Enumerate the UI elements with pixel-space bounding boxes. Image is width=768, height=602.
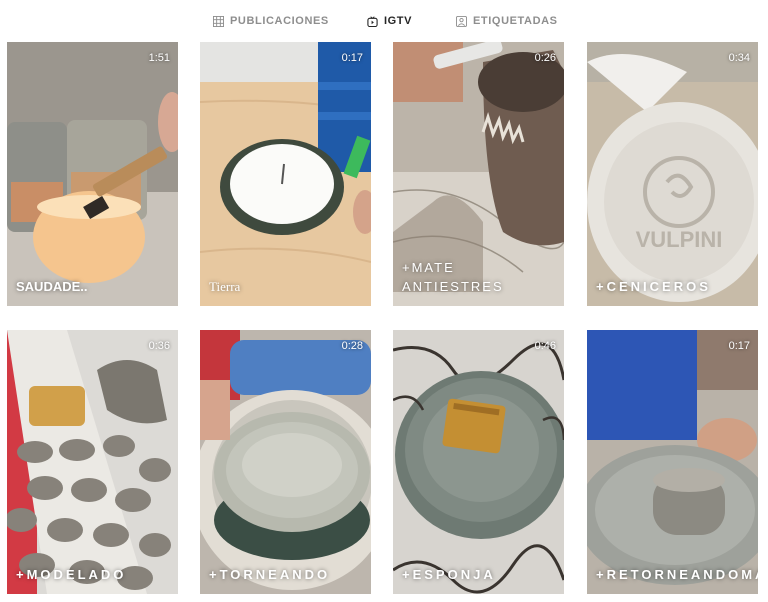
- video-title: +MODELADO: [16, 567, 127, 582]
- igtv-video-tile[interactable]: 1:51 SAUDADE..: [7, 42, 178, 306]
- video-duration: 0:28: [341, 340, 363, 352]
- video-thumbnail: [587, 330, 758, 594]
- video-title: +ESPONJA: [402, 567, 496, 582]
- video-title: +RETORNEANDOMATES: [596, 567, 758, 582]
- logo-text: VULPINI: [636, 227, 723, 252]
- tab-etiquetadas-label: ETIQUETADAS: [473, 15, 558, 27]
- video-thumbnail: [200, 330, 371, 594]
- video-thumbnail: VULPINI: [587, 42, 758, 306]
- video-thumbnail: [7, 42, 178, 306]
- video-duration: 0:17: [728, 340, 750, 352]
- tab-etiquetadas[interactable]: ETIQUETADAS: [456, 13, 558, 29]
- igtv-video-tile[interactable]: 0:28 +TORNEANDO: [200, 330, 371, 594]
- igtv-video-tile[interactable]: 0:46 +ESPONJA: [393, 330, 564, 594]
- video-title: SAUDADE..: [16, 279, 88, 294]
- tab-igtv[interactable]: IGTV: [367, 13, 412, 29]
- video-thumbnail: [200, 42, 371, 306]
- tab-publicaciones-label: PUBLICACIONES: [230, 15, 329, 27]
- tab-igtv-label: IGTV: [384, 15, 413, 27]
- video-duration: 0:34: [728, 52, 750, 64]
- igtv-video-tile[interactable]: VULPINI 0:34 +CENICEROS: [587, 42, 758, 306]
- video-title: +TORNEANDO: [209, 567, 331, 582]
- video-thumbnail: [7, 330, 178, 594]
- video-duration: 1:51: [148, 52, 170, 64]
- grid-icon: [213, 15, 224, 27]
- igtv-video-tile[interactable]: 0:17 Tierra: [200, 42, 371, 306]
- video-title: +MATE ANTIESTRES: [402, 260, 504, 294]
- video-thumbnail: [393, 330, 564, 594]
- igtv-video-tile[interactable]: 0:26 +MATE ANTIESTRES: [393, 42, 564, 306]
- video-duration: 0:17: [341, 52, 363, 64]
- video-title: +CENICEROS: [596, 279, 711, 294]
- video-title: Tierra: [209, 279, 241, 294]
- video-duration: 0:46: [534, 340, 556, 352]
- igtv-video-tile[interactable]: 0:36 +MODELADO: [7, 330, 178, 594]
- tab-publicaciones[interactable]: PUBLICACIONES: [213, 13, 329, 29]
- igtv-icon: [367, 15, 378, 27]
- tag-icon: [456, 15, 467, 27]
- profile-tabs: PUBLICACIONES IGTV ETIQUETADAS: [0, 0, 768, 42]
- igtv-video-tile[interactable]: 0:17 +RETORNEANDOMATES: [587, 330, 758, 594]
- video-duration: 0:26: [534, 52, 556, 64]
- video-duration: 0:36: [148, 340, 170, 352]
